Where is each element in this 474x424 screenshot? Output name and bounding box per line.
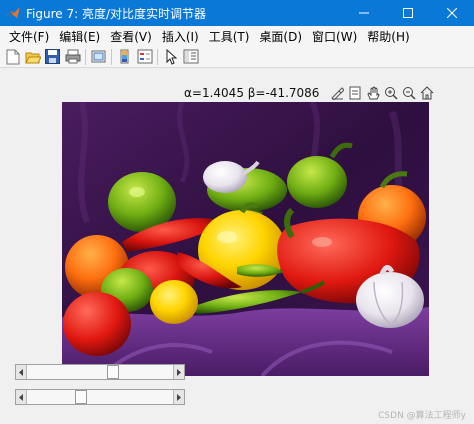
new-figure-icon[interactable] [4, 48, 21, 65]
home-icon[interactable] [419, 85, 435, 101]
colorbar-icon[interactable] [116, 48, 133, 65]
link-plot-icon[interactable] [90, 48, 107, 65]
title-bar: Figure 7: 亮度/对比度实时调节器 [0, 0, 474, 26]
toolbar-separator [85, 48, 86, 65]
beta-slider[interactable] [15, 389, 185, 405]
print-icon[interactable] [64, 48, 81, 65]
alpha-slider[interactable] [15, 364, 185, 380]
property-inspector-icon[interactable] [182, 48, 199, 65]
zoom-out-icon[interactable] [401, 85, 417, 101]
toolbar-separator [157, 48, 158, 65]
zoom-in-icon[interactable] [383, 85, 399, 101]
brush-icon[interactable] [329, 85, 345, 101]
slider-track[interactable] [27, 390, 173, 404]
slider-track[interactable] [27, 365, 173, 379]
axes-toolbar [329, 85, 437, 101]
menu-edit[interactable]: 编辑(E) [54, 28, 105, 45]
menu-view[interactable]: 查看(V) [105, 28, 157, 45]
slider-right-arrow-icon[interactable] [173, 365, 184, 379]
slider-left-arrow-icon[interactable] [16, 365, 27, 379]
alpha-beta-readout: α=1.4045 β=-41.7086 [184, 86, 320, 100]
open-icon[interactable] [24, 48, 41, 65]
menu-window[interactable]: 窗口(W) [307, 28, 362, 45]
edit-plot-icon[interactable] [162, 48, 179, 65]
menu-insert[interactable]: 插入(I) [157, 28, 204, 45]
image-display [62, 102, 429, 376]
maximize-icon[interactable] [386, 0, 430, 26]
toolbar-separator [111, 48, 112, 65]
menu-tools[interactable]: 工具(T) [204, 28, 255, 45]
menu-help[interactable]: 帮助(H) [362, 28, 414, 45]
close-icon[interactable] [430, 0, 474, 26]
slider-thumb[interactable] [75, 390, 88, 404]
peppers-image [62, 102, 429, 376]
slider-left-arrow-icon[interactable] [16, 390, 27, 404]
slider-right-arrow-icon[interactable] [173, 390, 184, 404]
watermark: CSDN @算法工程师y [378, 411, 466, 421]
menu-bar: 文件(F) 编辑(E) 查看(V) 插入(I) 工具(T) 桌面(D) 窗口(W… [0, 26, 474, 46]
slider-thumb[interactable] [107, 365, 120, 379]
matlab-app-icon [5, 5, 21, 21]
figure-toolbar [0, 46, 474, 68]
minimize-icon[interactable] [342, 0, 386, 26]
pan-icon[interactable] [365, 85, 381, 101]
menu-file[interactable]: 文件(F) [4, 28, 54, 45]
legend-icon[interactable] [136, 48, 153, 65]
save-icon[interactable] [44, 48, 61, 65]
window-title: Figure 7: 亮度/对比度实时调节器 [26, 6, 206, 21]
menu-desktop[interactable]: 桌面(D) [254, 28, 307, 45]
datatip-icon[interactable] [347, 85, 363, 101]
